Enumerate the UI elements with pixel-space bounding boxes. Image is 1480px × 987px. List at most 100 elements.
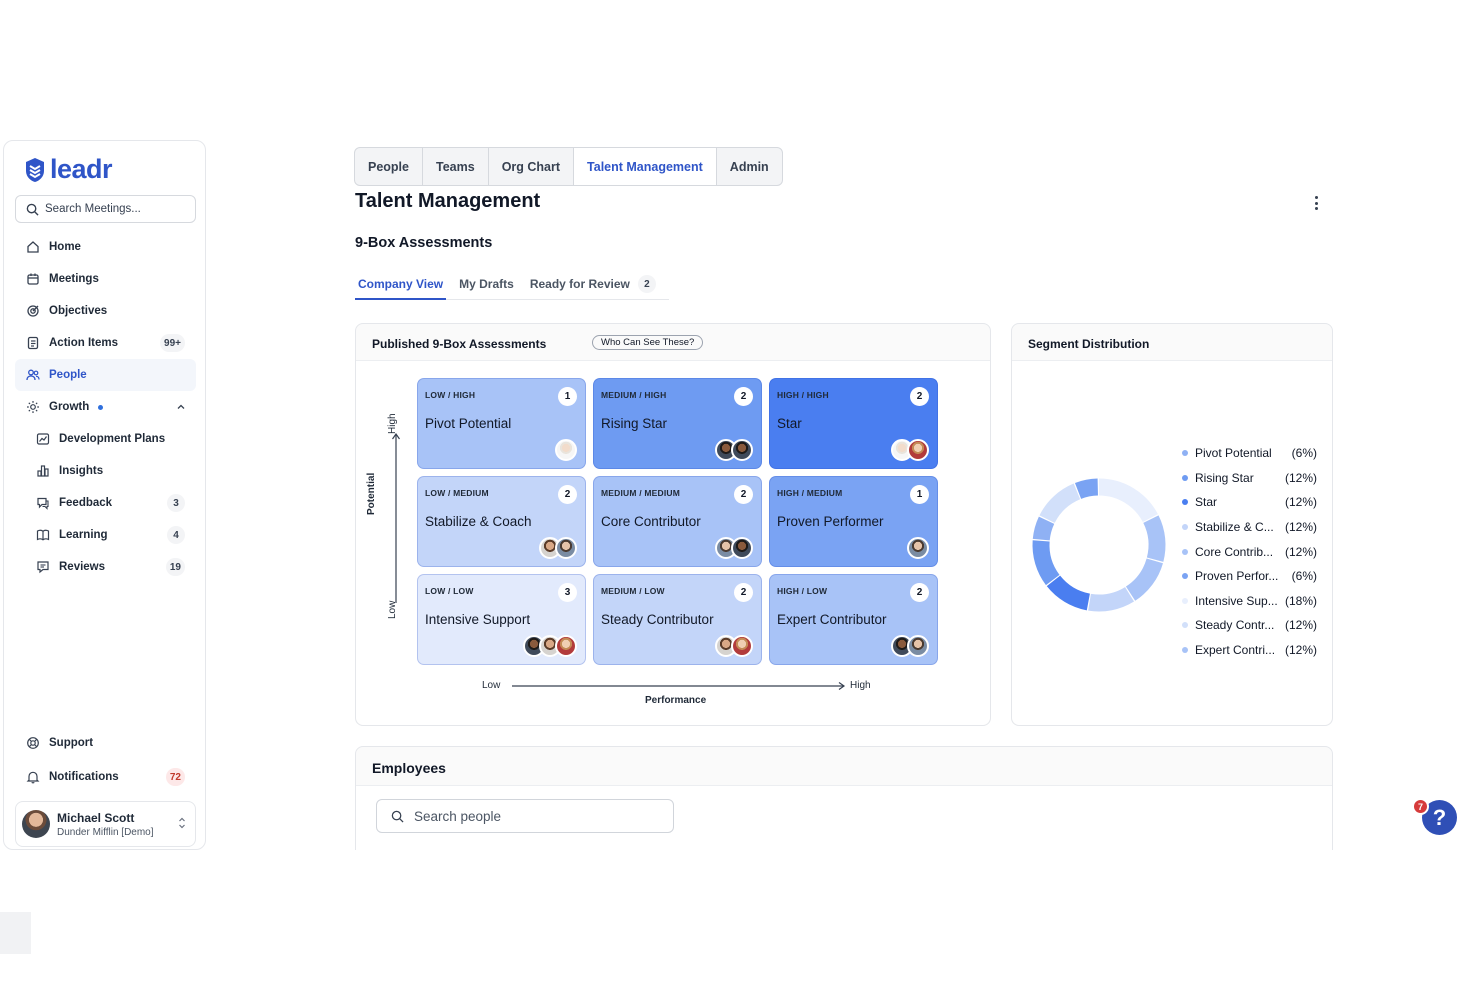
ninebox-cell[interactable]: LOW / MEDIUM Stabilize & Coach 2 xyxy=(417,476,586,567)
sidebar-item-action-items[interactable]: Action Items 99+ xyxy=(15,327,196,359)
cell-segment-name: Rising Star xyxy=(601,416,668,431)
sidebar-item-label: Feedback xyxy=(59,497,113,509)
main-nav: Home Meetings Objectives Action Items 99… xyxy=(15,231,196,583)
tab-company-view[interactable]: Company View xyxy=(355,268,447,300)
app-window: leadr Search Meetings... Home Meetings O… xyxy=(0,140,1480,850)
user-menu[interactable]: Michael Scott Dunder Mifflin [Demo] xyxy=(15,801,196,847)
ninebox-cell[interactable]: HIGH / HIGH Star 2 xyxy=(769,378,938,469)
tab-ready-for-review[interactable]: Ready for Review 2 xyxy=(527,268,659,299)
cell-segment-name: Core Contributor xyxy=(601,514,701,529)
donut-slice[interactable] xyxy=(1143,515,1166,562)
avatar[interactable] xyxy=(907,537,929,559)
tab-my-drafts[interactable]: My Drafts xyxy=(456,268,517,299)
user-name: Michael Scott xyxy=(57,810,135,825)
ninebox-body: Potential High Low LOW / HIGH Pivot Poten… xyxy=(356,360,990,725)
segment-legend: Pivot Potential (6%) Rising Star (12%) Star(… xyxy=(1182,441,1317,662)
page-title: Talent Management xyxy=(355,190,541,212)
x-axis-arrow-icon xyxy=(512,682,846,690)
cell-axis-label: LOW / LOW xyxy=(425,586,474,596)
ninebox-cell[interactable]: MEDIUM / MEDIUM Core Contributor 2 xyxy=(593,476,762,567)
sidebar-item-growth[interactable]: Growth xyxy=(15,391,196,423)
sidebar-item-learning[interactable]: Learning 4 xyxy=(15,519,196,551)
x-axis-label: Performance xyxy=(645,695,707,706)
cell-count-badge: 1 xyxy=(558,387,577,406)
cell-axis-label: MEDIUM / HIGH xyxy=(601,390,667,400)
donut-slice[interactable] xyxy=(1032,540,1060,586)
tab-org-chart[interactable]: Org Chart xyxy=(489,148,575,185)
feedback-count-badge: 3 xyxy=(167,494,185,512)
ninebox-cell[interactable]: LOW / HIGH Pivot Potential 1 xyxy=(417,378,586,469)
avatar[interactable] xyxy=(731,635,753,657)
sidebar-item-label: Meetings xyxy=(49,273,99,285)
donut-slice[interactable] xyxy=(1125,558,1163,601)
donut-slice[interactable] xyxy=(1046,575,1091,611)
legend-item: Expert Contri... (12%) xyxy=(1182,638,1317,663)
sidebar-item-people[interactable]: People xyxy=(15,359,196,391)
sidebar-item-support[interactable]: Support xyxy=(15,727,196,759)
cell-segment-name: Pivot Potential xyxy=(425,416,512,431)
employees-card: Employees Search people xyxy=(355,746,1333,850)
chevron-up-icon[interactable] xyxy=(176,402,186,412)
sidebar-item-reviews[interactable]: Reviews 19 xyxy=(15,551,196,583)
avatar[interactable] xyxy=(555,635,577,657)
sidebar-item-label: Notifications xyxy=(49,771,119,783)
checklist-icon xyxy=(27,336,39,350)
cell-count-badge: 3 xyxy=(558,583,577,602)
cell-avatars xyxy=(539,537,577,559)
sidebar-item-insights[interactable]: Insights xyxy=(15,455,196,487)
donut-slice[interactable] xyxy=(1074,478,1099,499)
cell-count-badge: 2 xyxy=(558,485,577,504)
more-options-icon[interactable] xyxy=(1310,194,1322,212)
avatar[interactable] xyxy=(555,439,577,461)
sidebar-item-objectives[interactable]: Objectives xyxy=(15,295,196,327)
avatar[interactable] xyxy=(907,439,929,461)
avatar[interactable] xyxy=(907,635,929,657)
sidebar-item-development-plans[interactable]: Development Plans xyxy=(15,423,196,455)
donut-slice[interactable] xyxy=(1039,483,1081,524)
target-icon xyxy=(27,305,39,317)
cell-count-badge: 2 xyxy=(734,583,753,602)
avatar[interactable] xyxy=(731,537,753,559)
donut-slice[interactable] xyxy=(1088,586,1135,612)
tab-people[interactable]: People xyxy=(355,148,423,185)
ninebox-cell[interactable]: MEDIUM / LOW Steady Contributor 2 xyxy=(593,574,762,665)
cell-segment-name: Stabilize & Coach xyxy=(425,514,532,529)
cell-axis-label: MEDIUM / MEDIUM xyxy=(601,488,681,498)
avatar xyxy=(22,810,50,838)
who-can-see-button[interactable]: Who Can See These? xyxy=(592,335,704,350)
tab-talent-management[interactable]: Talent Management xyxy=(574,148,717,185)
home-icon xyxy=(27,241,39,253)
sidebar-item-notifications[interactable]: Notifications 72 xyxy=(15,761,196,793)
sidebar-item-label: Home xyxy=(49,241,81,253)
cell-count-badge: 2 xyxy=(734,485,753,504)
sidebar-item-meetings[interactable]: Meetings xyxy=(15,263,196,295)
donut-slice[interactable] xyxy=(1098,478,1158,523)
cell-axis-label: LOW / HIGH xyxy=(425,390,476,400)
search-meetings-input[interactable]: Search Meetings... xyxy=(15,195,196,223)
avatar[interactable] xyxy=(555,537,577,559)
donut-slice[interactable] xyxy=(1032,516,1055,541)
sidebar-item-label: People xyxy=(49,369,87,381)
logo[interactable]: leadr xyxy=(24,154,113,185)
cell-avatars xyxy=(715,635,753,657)
ninebox-cell[interactable]: HIGH / MEDIUM Proven Performer 1 xyxy=(769,476,938,567)
cell-axis-label: HIGH / LOW xyxy=(777,586,828,596)
tab-admin[interactable]: Admin xyxy=(717,148,782,185)
ninebox-cell[interactable]: LOW / LOW Intensive Support 3 xyxy=(417,574,586,665)
sidebar-item-feedback[interactable]: Feedback 3 xyxy=(15,487,196,519)
corner-placeholder xyxy=(0,912,31,954)
cell-count-badge: 2 xyxy=(910,387,929,406)
reviews-count-badge: 19 xyxy=(165,558,185,576)
sidebar-item-home[interactable]: Home xyxy=(15,231,196,263)
ninebox-cell[interactable]: HIGH / LOW Expert Contributor 2 xyxy=(769,574,938,665)
legend-percent: (12%) xyxy=(1284,643,1317,658)
legend-item: Intensive Sup... (18%) xyxy=(1182,589,1317,614)
avatar[interactable] xyxy=(731,439,753,461)
tab-teams[interactable]: Teams xyxy=(423,148,489,185)
ninebox-cell[interactable]: MEDIUM / HIGH Rising Star 2 xyxy=(593,378,762,469)
cell-avatars xyxy=(891,439,929,461)
bottom-nav: Support Notifications 72 xyxy=(15,727,196,793)
sidebar-item-label: Reviews xyxy=(59,561,106,573)
cell-segment-name: Steady Contributor xyxy=(601,612,714,627)
search-people-input[interactable]: Search people xyxy=(376,799,674,833)
